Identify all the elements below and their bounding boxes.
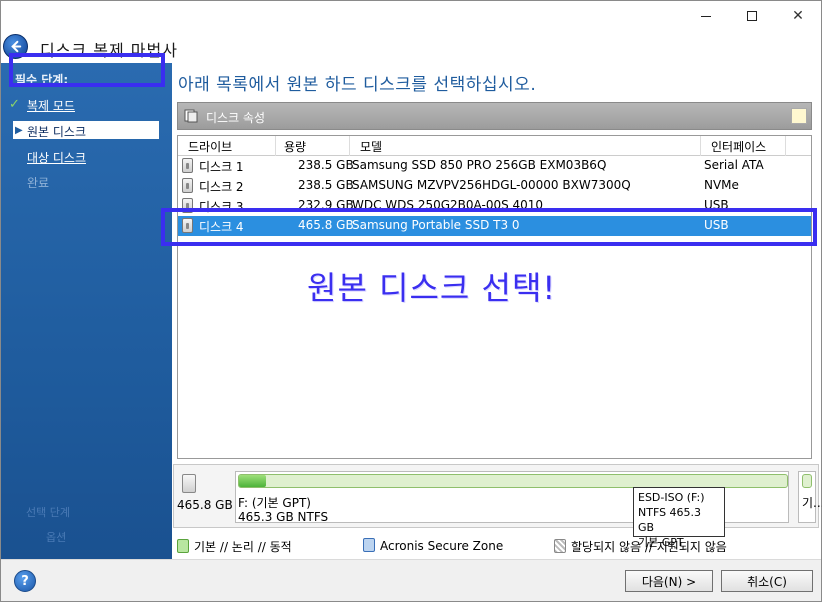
column-header-capacity[interactable]: 용량 xyxy=(284,138,306,155)
model-cell: Samsung SSD 850 PRO 256GB EXM03B6Q xyxy=(352,158,607,172)
current-step-arrow-icon: ▶ xyxy=(15,125,23,136)
table-row[interactable]: 디스크 2 238.5 GB SAMSUNG MZVPV256HDGL-0000… xyxy=(178,176,811,196)
step-source-disk[interactable]: 원본 디스크 xyxy=(27,123,86,140)
column-divider[interactable] xyxy=(275,136,276,156)
partition-detail: 465.3 GB NTFS xyxy=(238,510,329,524)
drive-cell: 디스크 2 xyxy=(199,180,244,194)
table-row[interactable]: 디스크 1 238.5 GB Samsung SSD 850 PRO 256GB… xyxy=(178,156,811,176)
disk-icon xyxy=(182,158,193,173)
column-divider[interactable] xyxy=(785,136,786,156)
legend-item-secure-zone: Acronis Secure Zone xyxy=(363,538,503,553)
disk-properties-toolbar: 디스크 속성 xyxy=(177,102,812,130)
cancel-button[interactable]: 취소(C) xyxy=(721,570,813,592)
legend-label: Acronis Secure Zone xyxy=(380,539,504,553)
maximize-button[interactable] xyxy=(729,1,775,31)
legend-swatch-hatched xyxy=(554,539,566,553)
title-bar: ✕ xyxy=(1,1,821,31)
partition-usage-fill xyxy=(239,475,267,487)
legend-label: 할당되지 않음 // 지원되지 않음 xyxy=(571,540,727,554)
help-icon: ? xyxy=(21,573,29,589)
steps-sidebar: 필수 단계: ✓ 복제 모드 ▶ 원본 디스크 대상 디스크 완료 선택 단계 … xyxy=(1,63,172,559)
table-header: 드라이브 용량 모델 인터페이스 xyxy=(178,136,811,156)
maximize-icon xyxy=(747,11,757,21)
partition-label-truncated: 기... xyxy=(802,496,822,510)
column-header-model[interactable]: 모델 xyxy=(360,138,382,155)
partition-usage-bar xyxy=(238,474,788,488)
drive-cell: 디스크 1 xyxy=(199,160,244,174)
properties-icon xyxy=(184,109,198,123)
legend-item-primary: 기본 // 논리 // 동적 xyxy=(177,538,292,555)
disk-icon xyxy=(182,474,196,493)
close-icon: ✕ xyxy=(792,8,804,24)
check-icon: ✓ xyxy=(9,97,20,112)
column-header-drive[interactable]: 드라이브 xyxy=(188,138,232,155)
next-button[interactable]: 다음(N) > xyxy=(625,570,713,592)
tooltip-line: ESD-ISO (F:) xyxy=(638,491,705,504)
partition-tooltip: ESD-ISO (F:) NTFS 465.3 GB 기본 GPT xyxy=(633,487,725,549)
column-header-interface[interactable]: 인터페이스 xyxy=(711,138,766,155)
wizard-window: ✕ 디스크 복제 마법사 필수 단계: ✓ 복제 모드 ▶ 원본 디스크 대상 … xyxy=(0,0,822,602)
instruction-text: 아래 목록에서 원본 하드 디스크를 선택하십시오. xyxy=(178,75,537,95)
wizard-footer: ? 다음(N) > 취소(C) xyxy=(1,559,821,601)
interface-cell: Serial ATA xyxy=(704,158,764,172)
minimize-button[interactable] xyxy=(683,1,729,31)
annotation-highlight-box-sidebar xyxy=(9,53,165,87)
legend-swatch-green xyxy=(177,539,189,553)
partition-label: F: (기본 GPT) xyxy=(238,496,311,510)
step-target-disk[interactable]: 대상 디스크 xyxy=(27,149,86,166)
step-finish: 완료 xyxy=(27,176,50,190)
capacity-cell: 238.5 GB xyxy=(298,158,354,172)
optional-steps-heading: 선택 단계 xyxy=(26,506,70,519)
close-button[interactable]: ✕ xyxy=(775,1,821,31)
help-button[interactable]: ? xyxy=(14,570,36,592)
column-divider[interactable] xyxy=(349,136,350,156)
model-cell: SAMSUNG MZVPV256HDGL-00000 BXW7300Q xyxy=(352,178,631,192)
partition-usage-bar xyxy=(802,474,812,488)
back-arrow-icon xyxy=(11,40,22,53)
options-step: 옵션 xyxy=(46,531,67,544)
column-divider[interactable] xyxy=(700,136,701,156)
legend-label: 기본 // 논리 // 동적 xyxy=(194,540,292,554)
legend-item-unallocated: 할당되지 않음 // 지원되지 않음 xyxy=(554,538,727,555)
step-clone-mode[interactable]: 복제 모드 xyxy=(27,97,75,114)
disk-icon xyxy=(182,178,193,193)
legend-swatch-blue xyxy=(363,538,375,552)
tooltip-line: NTFS 465.3 GB xyxy=(638,506,702,534)
interface-cell: NVMe xyxy=(704,178,739,192)
annotation-highlight-box-row xyxy=(161,208,817,246)
disk-size: 465.8 GB xyxy=(177,498,233,512)
annotation-text: 원본 디스크 선택! xyxy=(307,269,557,307)
minimize-icon xyxy=(701,15,711,17)
capacity-cell: 238.5 GB xyxy=(298,178,354,192)
partition-block-extra[interactable]: 기... xyxy=(798,471,822,523)
disk-properties-button[interactable]: 디스크 속성 xyxy=(206,109,265,126)
column-chooser-icon[interactable] xyxy=(791,108,807,124)
